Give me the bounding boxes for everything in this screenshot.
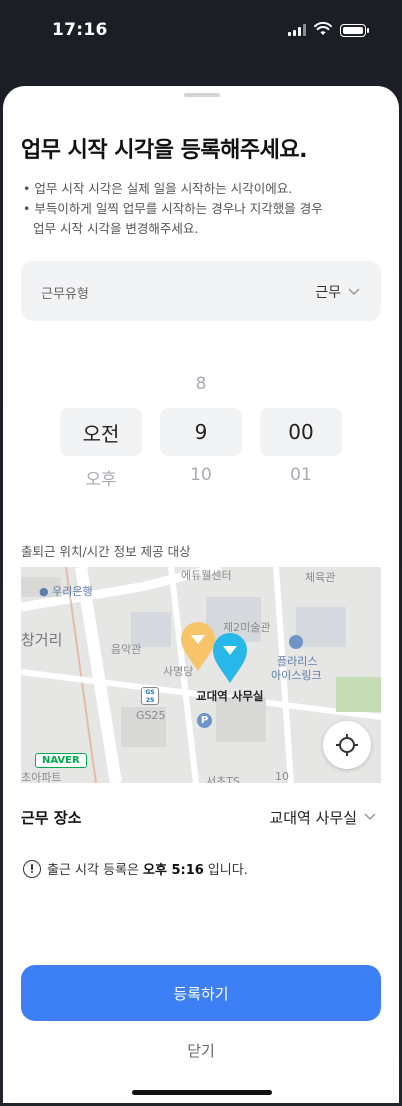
work-type-value: 근무 — [315, 285, 341, 301]
map-label-music: 음악관 — [111, 643, 142, 656]
info-suffix: 입니다. — [207, 863, 248, 878]
ampm-below[interactable]: 오후 — [60, 465, 142, 490]
ampm-picker[interactable]: 오전 — [60, 408, 142, 456]
work-place-value: 교대역 사무실 — [269, 809, 357, 827]
map-label-text: 우리은행 — [52, 585, 93, 598]
note-line: • 부득이하게 일찍 업무를 시작하는 경우나 지각했을 경우 — [23, 201, 323, 216]
parking-icon: P — [197, 713, 212, 728]
map-poi-icon — [289, 635, 303, 649]
map-pin-office-icon — [213, 633, 247, 683]
minute-selected: 00 — [288, 420, 314, 444]
minute-picker[interactable]: 00 — [260, 408, 342, 456]
chevron-down-icon — [364, 813, 376, 821]
status-time: 17:16 — [52, 20, 108, 40]
location-map[interactable]: ● 우리은행 에듀웰센터 체육관 창거리 제2미술관 음악관 사명당 플라리스 … — [21, 567, 381, 783]
info-time: 오후 5:16 — [143, 863, 204, 878]
map-label-street: 창거리 — [21, 631, 63, 649]
minute-below[interactable]: 01 — [260, 465, 342, 485]
hour-selected: 9 — [194, 420, 208, 444]
work-type-select[interactable]: 근무유형 근무 — [21, 261, 381, 321]
map-label-number: 10 — [275, 770, 289, 783]
battery-icon — [340, 24, 369, 37]
info-icon — [23, 859, 41, 878]
cellular-signal-icon — [288, 24, 308, 36]
map-label-office: 교대역 사무실 — [196, 689, 264, 703]
map-label-icerink: 아이스링크 — [271, 669, 322, 682]
current-location-button[interactable] — [323, 721, 371, 769]
work-place-select[interactable]: 교대역 사무실 — [253, 798, 381, 834]
naver-logo: NAVER — [35, 753, 87, 768]
notes: • 업무 시작 시각은 실제 일을 시작하는 시각이에요. • 부득이하게 일찍… — [23, 179, 323, 239]
close-button[interactable]: 닫기 — [3, 1040, 399, 1061]
register-button[interactable]: 등록하기 — [21, 965, 381, 1021]
status-bar: 17:16 — [0, 0, 402, 64]
hour-picker[interactable]: 9 — [160, 408, 242, 456]
crosshair-icon — [336, 734, 358, 756]
map-label-bank: ● 우리은행 — [39, 585, 93, 598]
ampm-selected: 오전 — [82, 421, 120, 446]
map-label-gs25: GS25 — [136, 709, 166, 722]
wifi-icon — [314, 22, 332, 35]
map-label-seocho: 서초TS — [206, 775, 240, 783]
gs25-icon: GS 25 — [141, 687, 159, 705]
hour-below[interactable]: 10 — [160, 465, 242, 485]
note-line: • 업무 시작 시각은 실제 일을 시작하는 시각이에요. — [23, 181, 293, 196]
work-place-label: 근무 장소 — [21, 809, 82, 827]
work-type-label: 근무유형 — [41, 287, 89, 302]
sheet-drag-handle[interactable] — [184, 93, 220, 97]
note-line: 업무 시작 시각을 변경해주세요. — [33, 221, 199, 236]
map-caption: 출퇴근 위치/시간 정보 제공 대상 — [21, 544, 191, 559]
bottom-sheet: 업무 시작 시각을 등록해주세요. • 업무 시작 시각은 실제 일을 시작하는… — [3, 86, 399, 1103]
hour-above[interactable]: 8 — [160, 374, 242, 394]
page-title: 업무 시작 시각을 등록해주세요. — [21, 138, 307, 163]
info-prefix: 출근 시각 등록은 — [47, 863, 139, 878]
map-label-gym: 체육관 — [305, 571, 336, 584]
map-label-edu: 에듀웰센터 — [181, 569, 232, 582]
map-label-apt: 초아파트 — [21, 771, 62, 783]
chevron-down-icon — [348, 288, 360, 296]
register-info: 출근 시각 등록은 오후 5:16 입니다. — [23, 859, 248, 878]
home-indicator — [132, 1090, 272, 1095]
